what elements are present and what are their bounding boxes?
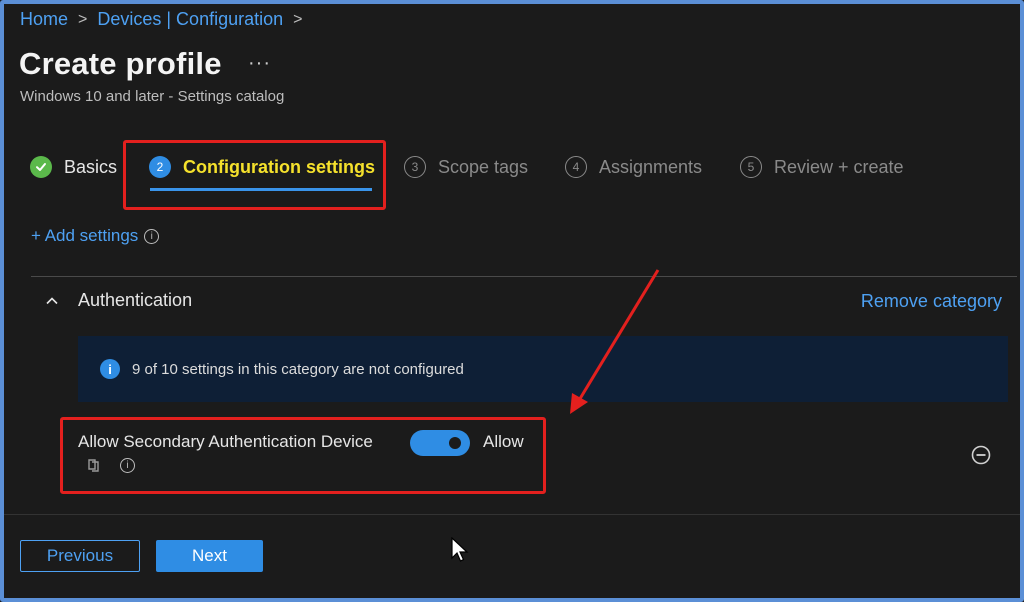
tab-scope-tags-label: Scope tags	[438, 156, 529, 177]
page-subtitle: Windows 10 and later - Settings catalog	[20, 88, 285, 105]
tab-assignments-label: Assignments	[599, 156, 703, 177]
breadcrumb-separator: >	[293, 10, 303, 28]
step-number-badge: 5	[740, 156, 762, 178]
tab-basics[interactable]: Basics	[30, 156, 117, 178]
add-settings-link[interactable]: + Add settings i	[31, 226, 160, 246]
remove-setting-icon[interactable]	[971, 445, 991, 465]
breadcrumb-separator: >	[78, 10, 88, 28]
tab-review-create[interactable]: 5 Review + create	[740, 156, 904, 178]
tab-basics-label: Basics	[64, 156, 118, 177]
info-banner-text: 9 of 10 settings in this category are no…	[132, 360, 464, 378]
breadcrumb-home[interactable]: Home	[20, 9, 68, 30]
info-banner: i 9 of 10 settings in this category are …	[78, 336, 1008, 402]
add-settings-label: + Add settings	[31, 226, 139, 245]
category-header[interactable]: Authentication	[46, 290, 192, 311]
annotation-highlight-box	[123, 140, 386, 210]
remove-category-link[interactable]: Remove category	[861, 291, 1002, 312]
page-title: Create profile	[19, 46, 222, 81]
step-number-badge: 3	[404, 156, 426, 178]
section-divider	[31, 276, 1017, 277]
tab-assignments[interactable]: 4 Assignments	[565, 156, 702, 178]
category-title: Authentication	[78, 290, 193, 310]
step-number-badge: 4	[565, 156, 587, 178]
chevron-up-icon[interactable]	[46, 295, 58, 307]
previous-button[interactable]: Previous	[20, 540, 140, 572]
mouse-cursor-icon	[451, 537, 469, 562]
tab-review-create-label: Review + create	[774, 156, 904, 177]
more-options-button[interactable]: ···	[248, 52, 271, 75]
info-icon: i	[100, 359, 120, 379]
tab-scope-tags[interactable]: 3 Scope tags	[404, 156, 528, 178]
breadcrumb: Home > Devices | Configuration >	[20, 9, 312, 30]
next-button[interactable]: Next	[156, 540, 263, 572]
breadcrumb-devices-configuration[interactable]: Devices | Configuration	[97, 9, 283, 30]
footer-divider	[4, 514, 1020, 515]
info-icon[interactable]: i	[144, 228, 160, 244]
checkmark-icon	[30, 156, 52, 178]
annotation-highlight-box	[60, 417, 546, 494]
